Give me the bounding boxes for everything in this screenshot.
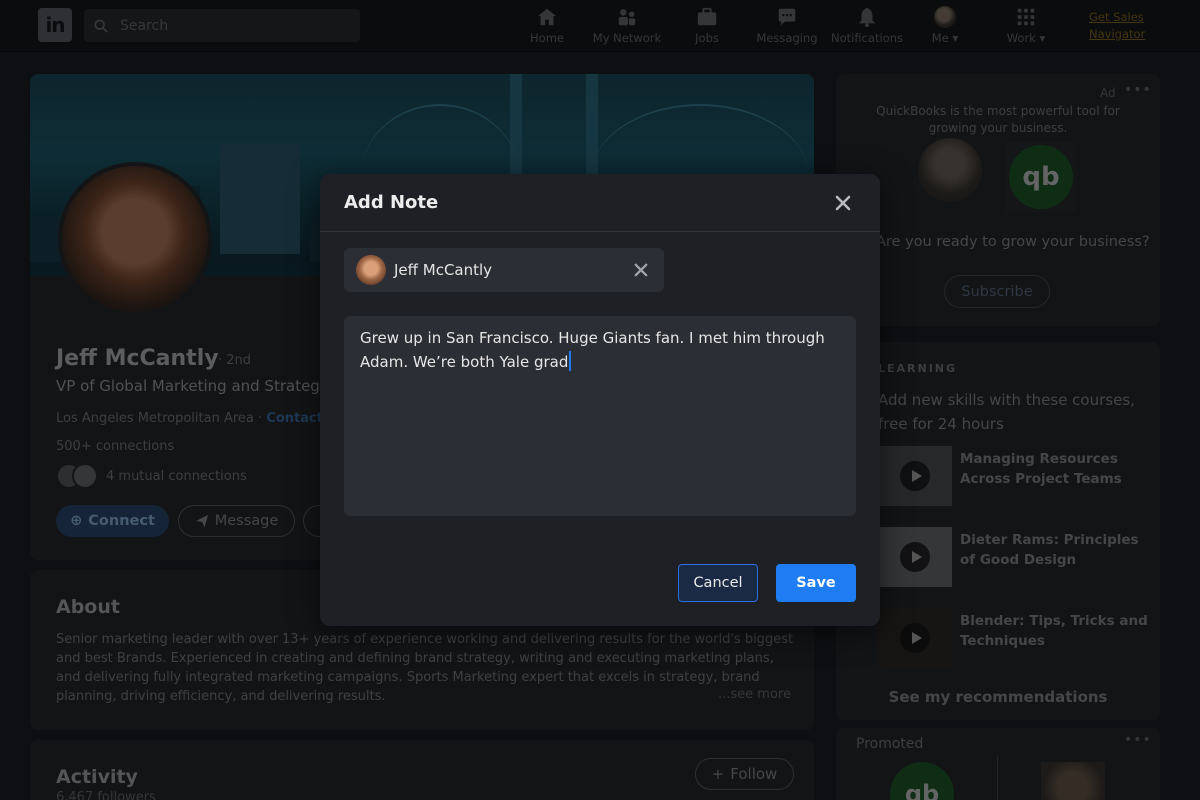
close-button[interactable] [830,190,856,216]
note-textarea[interactable]: Grew up in San Francisco. Huge Giants fa… [344,316,856,516]
recipient-chip: Jeff McCantly [344,248,664,292]
dialog-title: Add Note [344,192,439,213]
dialog-header: Add Note [320,174,880,232]
close-icon [634,263,648,277]
recipient-name: Jeff McCantly [394,261,493,279]
note-text: Grew up in San Francisco. Huge Giants fa… [360,329,825,371]
cancel-button[interactable]: Cancel [678,564,758,602]
save-button[interactable]: Save [776,564,856,602]
remove-recipient-button[interactable] [631,260,651,280]
close-icon [835,195,851,211]
text-cursor [569,351,572,371]
add-note-dialog: Add Note Jeff McCantly Grew up in San Fr… [320,174,880,626]
recipient-avatar [356,255,386,285]
